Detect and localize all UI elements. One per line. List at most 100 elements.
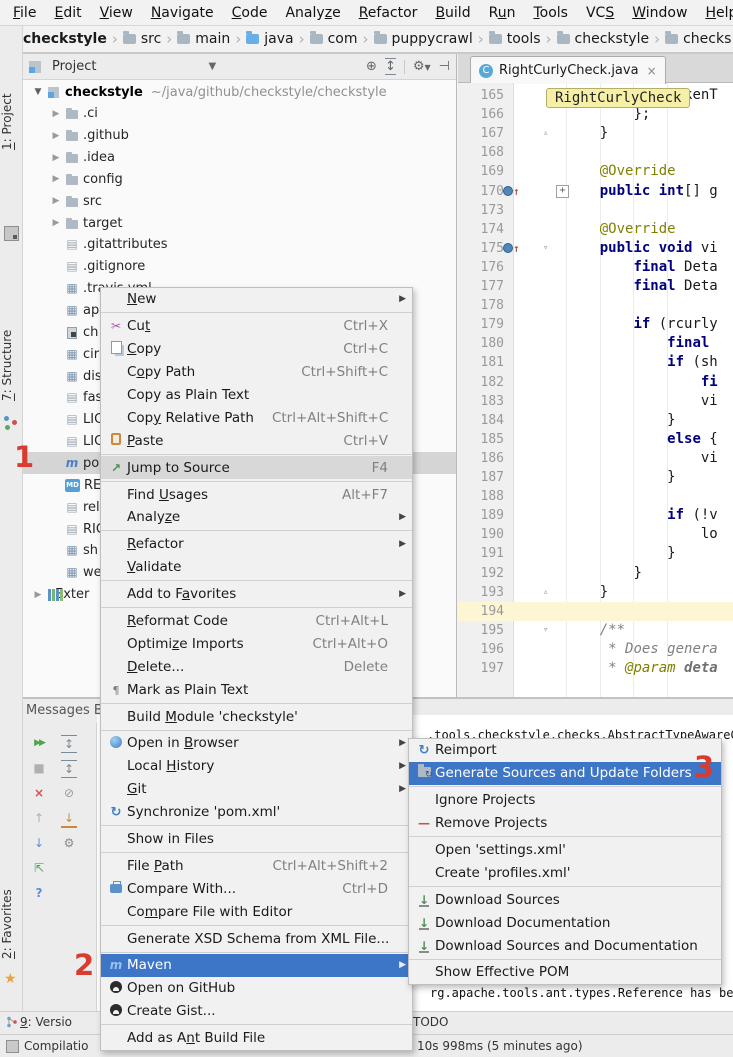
menu-item-ignore-projects[interactable]: Ignore Projects — [409, 789, 721, 812]
menu-vcs[interactable]: VCS — [577, 3, 623, 23]
collapse-all-icon[interactable]: ↕ — [385, 58, 396, 75]
menu-file[interactable]: File — [4, 3, 45, 23]
soft-wrap-icon[interactable]: ↓ — [61, 810, 77, 828]
project-tool-icon[interactable] — [4, 226, 19, 241]
menu-refactor[interactable]: Refactor — [350, 3, 427, 23]
menu-item-show-in-files[interactable]: Show in Files — [101, 828, 412, 851]
breadcrumb-java[interactable]: java — [246, 31, 293, 47]
tab-favorites-stripe[interactable]: 2: Favorites — [0, 878, 22, 970]
close-icon[interactable]: × — [647, 64, 657, 78]
close-icon[interactable]: × — [31, 785, 47, 801]
rerun-icon[interactable]: ▶▶ — [31, 735, 47, 751]
menu-item-local-history[interactable]: Local History▶ — [101, 755, 412, 778]
chevron-down-icon[interactable]: ▼ — [208, 61, 216, 72]
menu-item-git[interactable]: Git▶ — [101, 778, 412, 801]
menu-item-open-on-github[interactable]: Open on GitHub — [101, 977, 412, 1000]
breadcrumb-checks[interactable]: checks — [665, 31, 731, 47]
favorites-star-icon[interactable]: ★ — [4, 971, 17, 987]
menu-analyze[interactable]: Analyze — [276, 3, 349, 23]
stop-icon[interactable]: ■ — [31, 760, 47, 776]
tree-collapse-icon[interactable]: ▶ — [49, 218, 63, 228]
menu-navigate[interactable]: Navigate — [142, 3, 223, 23]
collapse-all-icon[interactable]: ↕ — [61, 760, 77, 778]
menu-item-new[interactable]: New▶ — [101, 288, 412, 311]
menu-item-add-as-ant-build-file[interactable]: Add as Ant Build File — [101, 1027, 412, 1050]
menu-item-compare-file-with-editor[interactable]: Compare File with Editor — [101, 900, 412, 923]
breadcrumb-tools[interactable]: tools — [489, 31, 541, 47]
settings-icon[interactable]: ⚙ — [61, 835, 77, 851]
menu-help[interactable]: Help — [696, 3, 733, 23]
menu-item-remove-projects[interactable]: —Remove Projects — [409, 812, 721, 835]
navigate-up-icon[interactable]: ↑ — [31, 810, 47, 826]
tree-collapse-icon[interactable]: ▶ — [49, 174, 63, 184]
menu-edit[interactable]: Edit — [45, 3, 90, 23]
menu-item-copy-as-plain-text[interactable]: Copy as Plain Text — [101, 384, 412, 407]
help-icon[interactable]: ? — [31, 885, 47, 901]
tab-structure-stripe[interactable]: 7: Structure — [0, 319, 22, 411]
menu-item-open-in-browser[interactable]: Open in Browser▶ — [101, 732, 412, 755]
tree-item-gitattributes[interactable]: ▤.gitattributes — [23, 234, 456, 256]
menu-item-build-module-checkstyle[interactable]: Build Module 'checkstyle' — [101, 705, 412, 728]
menu-item-jump-to-source[interactable]: ↗Jump to SourceF4 — [101, 456, 412, 479]
menu-item-generate-xsd-schema-from-xml-file[interactable]: Generate XSD Schema from XML File... — [101, 927, 412, 950]
menu-item-copy-relative-path[interactable]: Copy Relative PathCtrl+Alt+Shift+C — [101, 406, 412, 429]
fold-marker-icon[interactable]: ▿ — [543, 621, 548, 640]
expand-all-icon[interactable]: ↕ — [61, 735, 77, 753]
menu-item-create-gist[interactable]: Create Gist... — [101, 1000, 412, 1023]
menu-item-synchronize-pom-xml[interactable]: ↻Synchronize 'pom.xml' — [101, 801, 412, 824]
menu-item-optimize-imports[interactable]: Optimize ImportsCtrl+Alt+O — [101, 632, 412, 655]
menu-item-find-usages[interactable]: Find UsagesAlt+F7 — [101, 483, 412, 506]
mute-icon[interactable]: ⊘ — [61, 785, 77, 801]
tree-collapse-icon[interactable]: ▶ — [49, 196, 63, 206]
menu-item-compare-with[interactable]: Compare With...Ctrl+D — [101, 877, 412, 900]
menu-item-create-profiles-xml[interactable]: Create 'profiles.xml' — [409, 861, 721, 884]
structure-tool-icon[interactable] — [4, 416, 17, 429]
navigate-down-icon[interactable]: ↓ — [31, 835, 47, 851]
menu-item-analyze[interactable]: Analyze▶ — [101, 506, 412, 529]
export-icon[interactable]: ⇱ — [31, 860, 47, 876]
tab-version-control[interactable]: 9: Versio — [20, 1015, 72, 1029]
hide-panel-icon[interactable]: ⊣ — [439, 59, 450, 74]
menu-item-reimport[interactable]: ↻Reimport — [409, 739, 721, 762]
menu-item-delete[interactable]: Delete...Delete — [101, 655, 412, 678]
tree-collapse-icon[interactable]: ▶ — [31, 590, 45, 600]
menu-code[interactable]: Code — [223, 3, 277, 23]
menu-item-copy-path[interactable]: Copy PathCtrl+Shift+C — [101, 361, 412, 384]
menu-item-paste[interactable]: PasteCtrl+V — [101, 429, 412, 452]
menu-tools[interactable]: Tools — [524, 3, 577, 23]
tree-collapse-icon[interactable]: ▶ — [49, 109, 63, 119]
tree-item-target[interactable]: ▶target — [23, 212, 456, 234]
menu-item-copy[interactable]: CopyCtrl+C — [101, 338, 412, 361]
menu-item-download-sources-and-documentation[interactable]: ↓Download Sources and Documentation — [409, 934, 721, 957]
fold-marker-icon[interactable]: ▵ — [543, 583, 548, 602]
tree-item-config[interactable]: ▶config — [23, 168, 456, 190]
menu-item-reformat-code[interactable]: Reformat CodeCtrl+Alt+L — [101, 610, 412, 633]
menu-run[interactable]: Run — [480, 3, 525, 23]
menu-item-validate[interactable]: Validate — [101, 556, 412, 579]
fold-marker-icon[interactable]: ▿ — [543, 239, 548, 258]
tree-collapse-icon[interactable]: ▶ — [49, 153, 63, 163]
menu-item-open-settings-xml[interactable]: Open 'settings.xml' — [409, 839, 721, 862]
breadcrumb-checkstyle[interactable]: checkstyle — [557, 31, 650, 47]
menu-item-download-sources[interactable]: ↓Download Sources — [409, 888, 721, 911]
tree-expand-icon[interactable]: ▼ — [31, 87, 45, 97]
menu-item-show-effective-pom[interactable]: Show Effective POM — [409, 961, 721, 984]
breadcrumb-com[interactable]: com — [310, 31, 358, 47]
tree-item-src[interactable]: ▶src — [23, 190, 456, 212]
breadcrumb-src[interactable]: src — [123, 31, 161, 47]
override-marker-icon[interactable]: ↑ — [503, 239, 563, 259]
tree-collapse-icon[interactable]: ▶ — [49, 131, 63, 141]
menu-item-add-to-favorites[interactable]: Add to Favorites▶ — [101, 583, 412, 606]
menu-item-mark-as-plain-text[interactable]: ¶Mark as Plain Text — [101, 678, 412, 701]
tab-project-stripe[interactable]: 1: Project — [0, 86, 22, 158]
locate-icon[interactable]: ⊕ — [366, 59, 377, 74]
menu-item-refactor[interactable]: Refactor▶ — [101, 533, 412, 556]
fold-marker-icon[interactable]: ▵ — [543, 124, 548, 143]
breadcrumb-puppycrawl[interactable]: puppycrawl — [374, 31, 473, 47]
override-marker-icon[interactable]: ↑ — [503, 182, 563, 202]
menu-item-download-documentation[interactable]: ↓Download Documentation — [409, 911, 721, 934]
menu-build[interactable]: Build — [426, 3, 479, 23]
menu-view[interactable]: View — [91, 3, 142, 23]
tree-item-github[interactable]: ▶.github — [23, 125, 456, 147]
breadcrumb-main[interactable]: main — [177, 31, 230, 47]
